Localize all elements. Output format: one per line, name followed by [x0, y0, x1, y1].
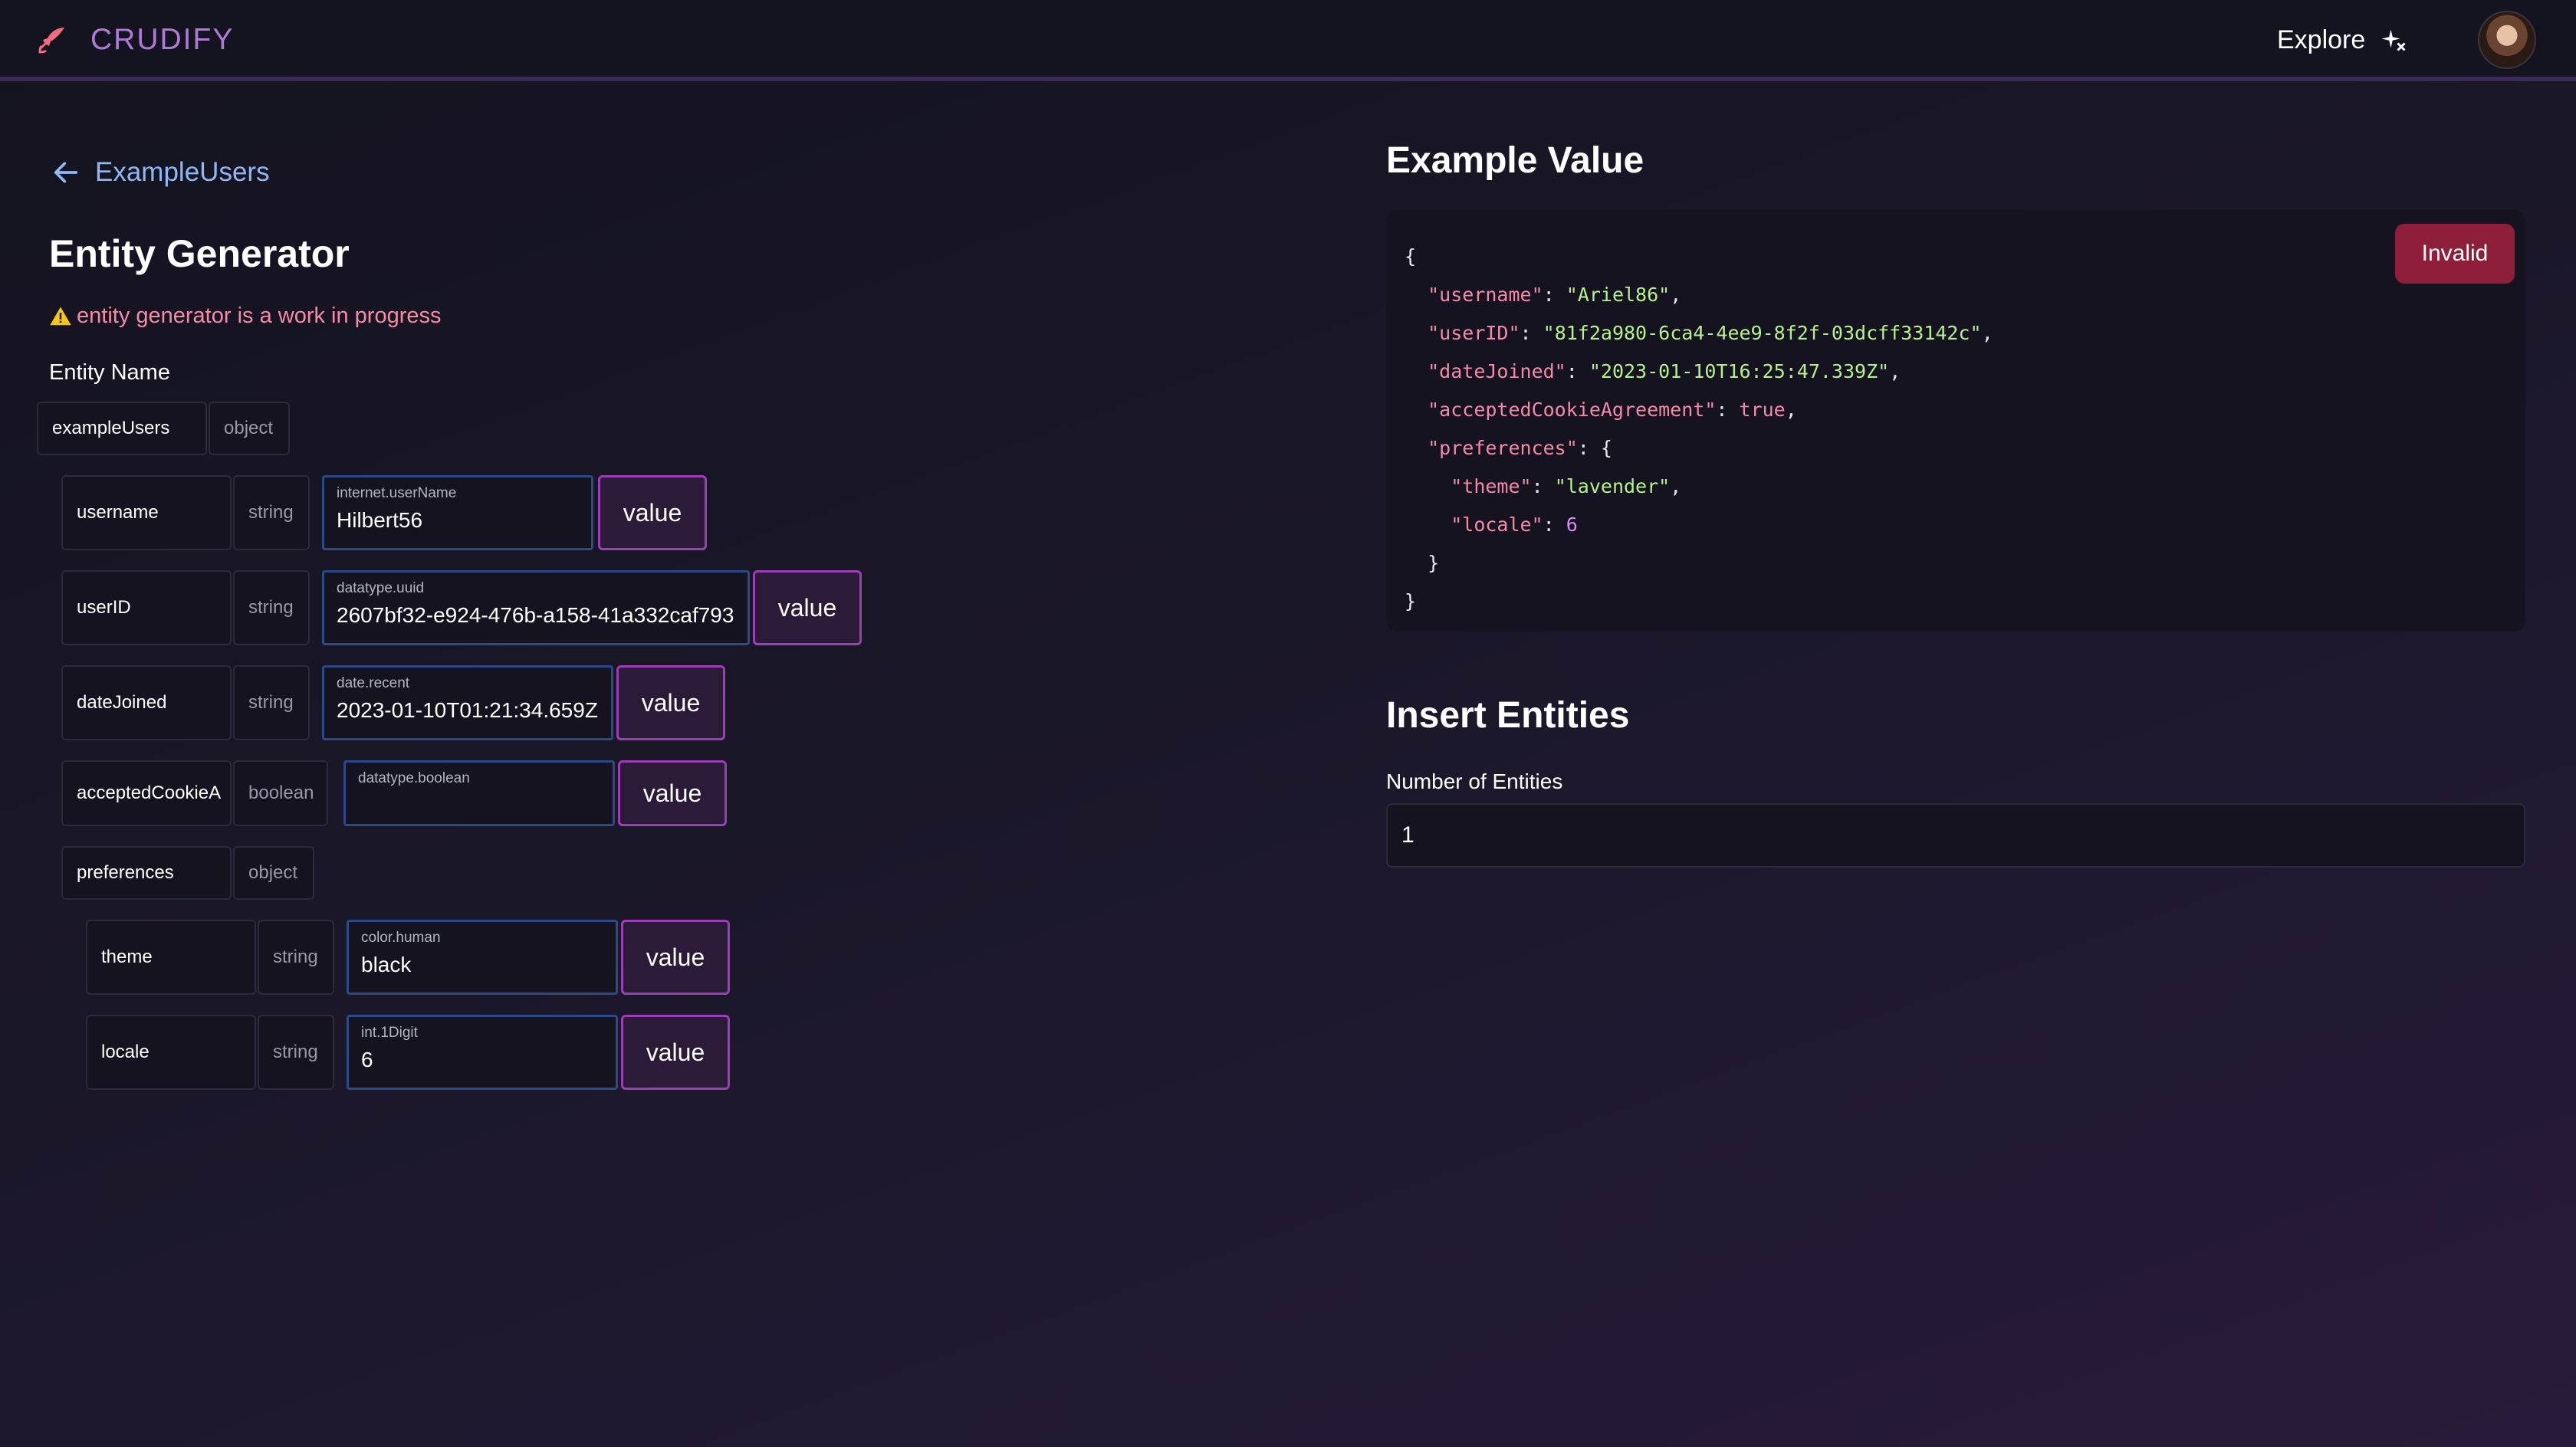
code-key: "theme": [1451, 475, 1532, 497]
generator-name: int.1Digit: [361, 1025, 418, 1041]
value-button[interactable]: value: [598, 475, 707, 550]
code-brace: }: [1405, 590, 1417, 612]
field-name-input[interactable]: preferences: [61, 846, 232, 900]
code-block: { "username": "Ariel86", "userID": "81f2…: [1386, 210, 2525, 632]
top-bar: CRUDIFY Explore: [0, 0, 2576, 81]
code-boolean: true: [1739, 399, 1786, 421]
brand[interactable]: CRUDIFY: [34, 18, 234, 61]
field-name-input[interactable]: username: [61, 475, 232, 550]
code-string: "Ariel86": [1566, 284, 1671, 306]
warning-text: entity generator is a work in progress: [77, 304, 442, 328]
code-string: "lavender": [1554, 475, 1671, 497]
generator-name: datatype.uuid: [337, 580, 425, 596]
code-number: 6: [1566, 514, 1578, 536]
entity-name-input[interactable]: exampleUsers: [37, 402, 207, 455]
generated-value: black: [361, 953, 412, 976]
entity-name-label: Entity Name: [49, 360, 170, 385]
value-button[interactable]: value: [753, 570, 862, 645]
invalid-button[interactable]: Invalid: [2395, 224, 2515, 284]
generator-name: color.human: [361, 930, 441, 946]
field-type-select[interactable]: object: [233, 846, 314, 900]
code-brace: {: [1405, 245, 1417, 267]
generated-value: 6: [361, 1048, 373, 1071]
generator-select[interactable]: date.recent 2023-01-10T01:21:34.659Z: [322, 665, 613, 740]
generated-value: Hilbert56: [337, 508, 423, 532]
value-button[interactable]: value: [621, 920, 730, 995]
field-type-select[interactable]: string: [258, 920, 334, 995]
value-button[interactable]: value: [618, 760, 727, 826]
back-label: ExampleUsers: [95, 157, 270, 187]
page-title: Entity Generator: [49, 232, 350, 275]
generator-select[interactable]: datatype.uuid 2607bf32-e924-476b-a158-41…: [322, 570, 750, 645]
code-key: "dateJoined": [1428, 360, 1566, 382]
generated-value: 2607bf32-e924-476b-a158-41a332caf793: [337, 603, 734, 627]
field-type-select[interactable]: boolean: [233, 760, 328, 826]
insert-entities-title: Insert Entities: [1386, 695, 1630, 736]
field-type-select[interactable]: string: [258, 1015, 334, 1090]
generator-name: date.recent: [337, 675, 410, 691]
field-type-select[interactable]: string: [233, 665, 310, 740]
code-string: "81f2a980-6ca4-4ee9-8f2f-03dcff33142c": [1543, 322, 1982, 344]
value-button[interactable]: value: [621, 1015, 730, 1090]
warning-message: entity generator is a work in progress: [49, 304, 442, 329]
explore-button[interactable]: Explore: [2277, 21, 2408, 58]
field-name-input[interactable]: theme: [86, 920, 256, 995]
generator-select[interactable]: int.1Digit 6: [347, 1015, 618, 1090]
arrow-left-icon: [54, 162, 78, 183]
field-name-input[interactable]: acceptedCookieA: [61, 760, 232, 826]
code-brace: }: [1428, 552, 1440, 574]
code-key: "username": [1428, 284, 1543, 306]
code-key: "preferences": [1428, 437, 1578, 459]
back-link[interactable]: ExampleUsers: [51, 153, 270, 192]
entity-type-select[interactable]: object: [209, 402, 290, 455]
generator-select[interactable]: color.human black: [347, 920, 618, 995]
code-key: "acceptedCookieAgreement": [1428, 399, 1717, 421]
example-value-title: Example Value: [1386, 140, 1644, 181]
field-name-input[interactable]: locale: [86, 1015, 256, 1090]
brand-name: CRUDIFY: [90, 23, 235, 56]
avatar[interactable]: [2478, 11, 2536, 69]
field-type-select[interactable]: string: [233, 570, 310, 645]
generator-name: internet.userName: [337, 485, 457, 501]
warning-icon: [50, 307, 71, 325]
value-button[interactable]: value: [616, 665, 725, 740]
code-key: "userID": [1428, 322, 1520, 344]
code-key: "locale": [1451, 514, 1543, 536]
code-string: "2023-01-10T16:25:47.339Z": [1589, 360, 1890, 382]
field-type-select[interactable]: string: [233, 475, 310, 550]
explore-label: Explore: [2277, 25, 2366, 54]
field-name-input[interactable]: userID: [61, 570, 232, 645]
generator-select[interactable]: internet.userName Hilbert56: [322, 475, 593, 550]
generated-value: 2023-01-10T01:21:34.659Z: [337, 698, 598, 722]
json-code: { "username": "Ariel86", "userID": "81f2…: [1405, 245, 1993, 612]
number-of-entities-input[interactable]: [1386, 803, 2525, 868]
field-name-input[interactable]: dateJoined: [61, 665, 232, 740]
rocket-icon: [38, 28, 64, 54]
generator-name: datatype.boolean: [358, 770, 470, 786]
number-of-entities-label: Number of Entities: [1386, 769, 1563, 793]
generator-select[interactable]: datatype.boolean: [343, 760, 615, 826]
sparkles-icon: [2381, 29, 2406, 51]
